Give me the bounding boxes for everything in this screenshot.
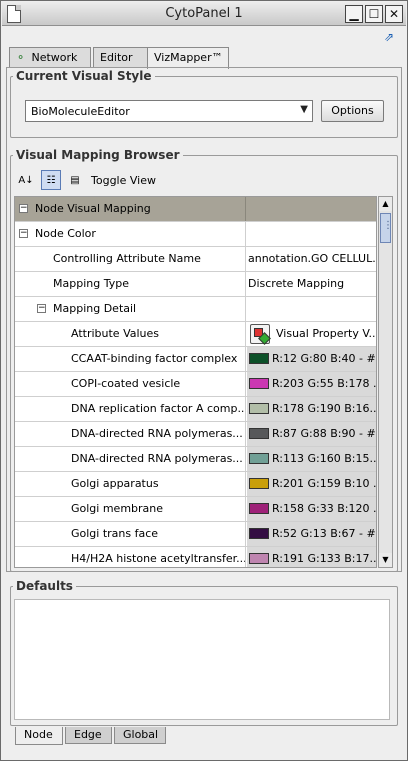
list-view-icon[interactable]: ▤ [65,170,85,190]
tab-editor[interactable]: Editor [93,47,149,68]
visual-style-value: BioMoleculeEditor [31,105,130,118]
color-value: R:191 G:133 B:17... [272,552,377,565]
node-color-row[interactable]: − Node Color [15,222,376,247]
attribute-name: DNA-directed RNA polymeras... [15,447,246,471]
row-label: Mapping Detail [53,302,137,315]
row-value[interactable]: annotation.GO CELLUL... [247,247,376,271]
row-label: Node Color [35,227,96,240]
cytopanel-window: CytoPanel 1 ▁ ☐ ✕ ⇗ ⚬ Network Editor Viz… [0,0,408,761]
color-swatch[interactable] [249,502,269,514]
tab-vizmapper[interactable]: VizMapper™ [147,47,229,69]
categorized-view-icon[interactable]: ☷ [41,170,61,190]
title-bar: CytoPanel 1 ▁ ☐ ✕ [2,2,406,26]
options-button[interactable]: Options [321,100,384,122]
color-value: R:52 G:13 B:67 - #... [272,527,377,540]
row-label: Node Visual Mapping [35,202,151,215]
row-label: Controlling Attribute Name [15,247,246,271]
color-row[interactable]: H4/H2A histone acetyltransfer... R:191 G… [15,547,377,567]
network-icon: ⚬ [16,51,26,64]
color-value: R:12 G:80 B:40 - #... [272,352,377,365]
row-label: Mapping Type [15,272,246,296]
tab-edge[interactable]: Edge [65,727,112,744]
row-value[interactable]: Discrete Mapping [247,272,376,296]
collapse-icon[interactable]: − [19,228,28,238]
scroll-thumb[interactable] [380,213,393,243]
color-row[interactable]: DNA replication factor A comp... R:178 G… [15,397,377,422]
attribute-name: H4/H2A histone acetyltransfer... [15,547,246,567]
color-swatch[interactable] [249,452,269,464]
attribute-name: Golgi trans face [15,522,246,546]
color-row[interactable]: Golgi trans face R:52 G:13 B:67 - #... [15,522,377,547]
color-value: R:113 G:160 B:15... [272,452,377,465]
row-label: Attribute Values [15,322,246,346]
row-value: Visual Property V... [276,327,377,340]
visual-property-icon [250,324,270,344]
collapse-icon[interactable]: − [19,203,28,213]
tab-global[interactable]: Global [114,727,166,744]
current-style-title: Current Visual Style [13,69,155,83]
node-visual-mapping-row[interactable]: − Node Visual Mapping [15,197,376,222]
scroll-down-icon[interactable]: ▼ [379,553,392,567]
mapping-type-row[interactable]: Mapping Type Discrete Mapping [15,272,376,297]
color-swatch[interactable] [249,377,269,389]
color-swatch[interactable] [249,527,269,539]
toggle-view-label[interactable]: Toggle View [91,174,156,187]
visual-style-select[interactable]: BioMoleculeEditor ▼ [25,100,313,122]
color-value: R:178 G:190 B:16... [272,402,377,415]
attribute-name: COPI-coated vesicle [15,372,246,396]
tab-editor-label: Editor [100,51,133,64]
color-swatch[interactable] [249,352,269,364]
maximize-button[interactable]: ☐ [365,5,383,23]
color-row[interactable]: Golgi apparatus R:201 G:159 B:10 ... [15,472,377,497]
color-value: R:87 G:88 B:90 - #... [272,427,377,440]
attribute-name: Golgi apparatus [15,472,246,496]
color-row[interactable]: DNA-directed RNA polymeras... R:87 G:88 … [15,422,377,447]
vertical-scrollbar[interactable]: ▲ ▼ [378,196,393,568]
color-row[interactable]: CCAAT-binding factor complex R:12 G:80 B… [15,347,377,372]
color-value: R:201 G:159 B:10 ... [272,477,377,490]
minimize-button[interactable]: ▁ [345,5,363,23]
defaults-preview[interactable] [14,599,390,720]
row-value [247,222,376,246]
controlling-attribute-row[interactable]: Controlling Attribute Name annotation.GO… [15,247,376,272]
tab-vizmapper-label: VizMapper™ [154,51,223,64]
row-value [247,297,376,321]
scroll-up-icon[interactable]: ▲ [379,197,392,211]
attribute-values-row[interactable]: Attribute Values Visual Property V... [15,322,377,347]
attribute-name: Golgi membrane [15,497,246,521]
property-sheet: − Node Visual Mapping − Node Color Control… [14,196,377,568]
tab-node[interactable]: Node [15,727,63,745]
chevron-down-icon: ▼ [300,104,308,115]
color-value: R:158 G:33 B:120 ... [272,502,377,515]
mapping-detail-row[interactable]: − Mapping Detail [15,297,376,322]
attribute-name: DNA-directed RNA polymeras... [15,422,246,446]
color-row[interactable]: Golgi membrane R:158 G:33 B:120 ... [15,497,377,522]
color-swatch[interactable] [249,477,269,489]
attribute-name: CCAAT-binding factor complex [15,347,246,371]
color-swatch[interactable] [249,552,269,564]
color-swatch[interactable] [249,402,269,414]
float-panel-icon[interactable]: ⇗ [381,30,397,44]
defaults-title: Defaults [13,579,76,593]
close-button[interactable]: ✕ [385,5,403,23]
attribute-name: DNA replication factor A comp... [15,397,246,421]
color-swatch[interactable] [249,427,269,439]
sort-alphabetical-icon[interactable]: A↓ [16,170,36,190]
color-value: R:203 G:55 B:178 ... [272,377,377,390]
tab-network-label: Network [31,51,78,64]
collapse-icon[interactable]: − [37,303,46,313]
mapping-browser-title: Visual Mapping Browser [13,148,183,162]
tab-network[interactable]: ⚬ Network [9,47,91,68]
color-row[interactable]: DNA-directed RNA polymeras... R:113 G:16… [15,447,377,472]
row-value [247,197,376,221]
color-row[interactable]: COPI-coated vesicle R:203 G:55 B:178 ... [15,372,377,397]
